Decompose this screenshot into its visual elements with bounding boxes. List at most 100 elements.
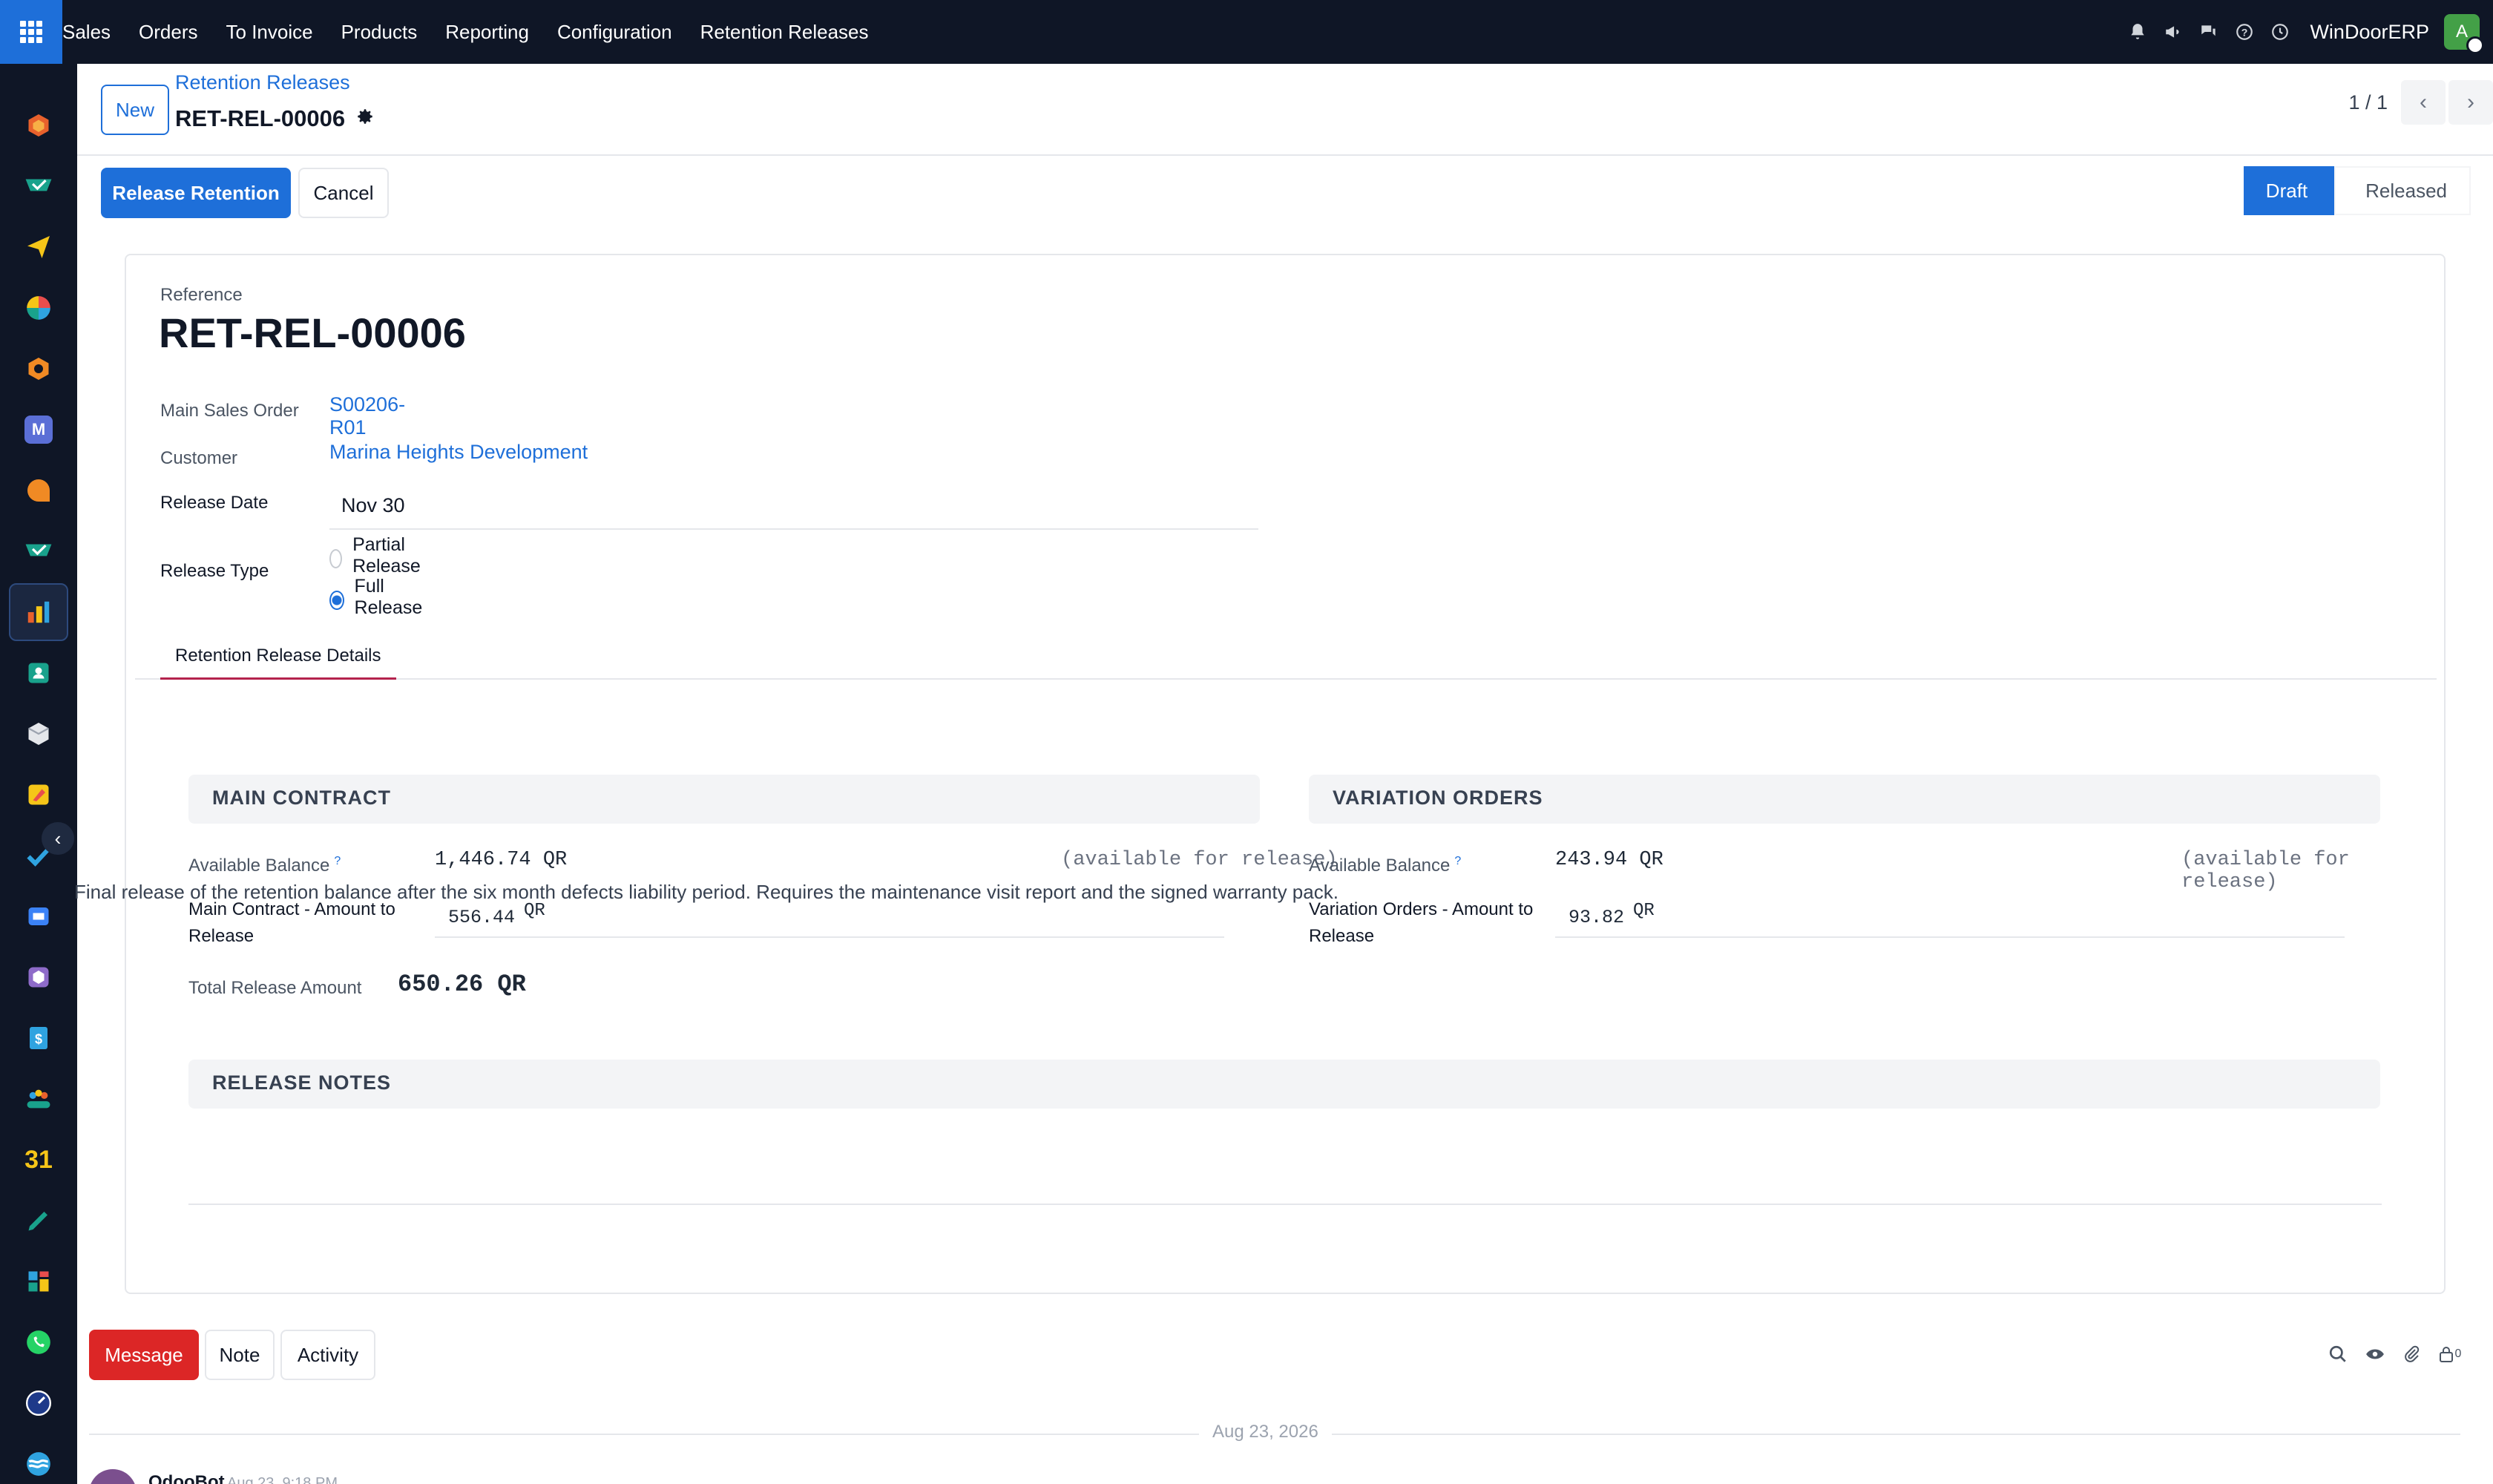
sidebar-app-2[interactable] — [9, 157, 68, 215]
check-tray-icon — [25, 179, 52, 191]
status-released[interactable]: Released — [2334, 166, 2471, 215]
sidebar-app-5[interactable] — [9, 340, 68, 398]
company-name[interactable]: WinDoorERP — [2310, 21, 2429, 44]
variation-orders-header: VARIATION ORDERS — [1309, 775, 2380, 824]
variation-available-balance-label: Available Balance? — [1309, 855, 1461, 876]
main-available-balance-text: Available Balance — [188, 856, 330, 876]
clock-icon[interactable] — [2262, 14, 2298, 50]
sidebar-app-sales[interactable] — [9, 583, 68, 641]
cancel-button[interactable]: Cancel — [298, 168, 389, 218]
app-menu-icon[interactable] — [0, 0, 62, 64]
message-author[interactable]: OdooBot — [148, 1472, 225, 1484]
release-notes-underline — [188, 1204, 2382, 1205]
follower-lock-icon[interactable]: 0 — [2432, 1337, 2466, 1371]
variation-available-balance-text: Available Balance — [1309, 856, 1451, 876]
full-release-option[interactable]: Full Release — [329, 576, 427, 619]
sidebar-collapse-chevron-icon[interactable]: ‹ — [42, 822, 74, 855]
reference-value: RET-REL-00006 — [159, 309, 466, 356]
message-time: Aug 23, 9:18 PM — [227, 1475, 338, 1484]
release-notes-text[interactable]: Final release of the retention balance a… — [74, 881, 2374, 904]
full-release-radio[interactable] — [329, 591, 344, 610]
paper-plane-icon — [27, 236, 50, 258]
help-icon[interactable]: ? — [334, 855, 341, 867]
status-bar: Draft Released — [2243, 166, 2471, 215]
pager-next-chevron-icon[interactable]: › — [2448, 80, 2493, 125]
main-available-balance-value: 1,446.74 QR — [435, 849, 568, 871]
status-draft[interactable]: Draft — [2243, 166, 2351, 215]
pager-previous-chevron-icon[interactable]: ‹ — [2401, 80, 2446, 125]
main-sales-order-label: Main Sales Order — [160, 401, 299, 421]
box-icon — [27, 723, 50, 745]
record-title: RET-REL-00006 — [175, 105, 375, 132]
gauge-icon — [25, 1390, 52, 1416]
sidebar-app-calendar[interactable]: 31 — [9, 1131, 68, 1189]
dashboard-icon — [28, 1271, 49, 1292]
sidebar-app-16[interactable]: $ — [9, 1009, 68, 1067]
search-icon[interactable] — [2321, 1337, 2355, 1371]
sidebar-app-17[interactable] — [9, 1070, 68, 1128]
sidebar-app-11[interactable] — [9, 705, 68, 763]
svg-text:$: $ — [35, 1032, 42, 1047]
main-amount-value: 556.44 — [448, 907, 516, 928]
sidebar-app-20[interactable] — [9, 1252, 68, 1310]
activity-button[interactable]: Activity — [280, 1330, 375, 1380]
sidebar-app-23[interactable] — [9, 1435, 68, 1484]
sidebar-app-8[interactable] — [9, 522, 68, 580]
dollar-doc-icon: $ — [30, 1027, 47, 1049]
release-type-label: Release Type — [160, 561, 269, 581]
calendar-31-icon: 31 — [24, 1145, 53, 1174]
send-message-button[interactable]: Message — [89, 1330, 199, 1380]
sidebar-app-21[interactable] — [9, 1313, 68, 1371]
new-button[interactable]: New — [101, 85, 169, 135]
menu-configuration[interactable]: Configuration — [557, 21, 672, 44]
bell-icon[interactable] — [2120, 14, 2155, 50]
menu-to-invoice[interactable]: To Invoice — [226, 21, 313, 44]
main-sales-order-link[interactable]: S00206-R01 — [329, 393, 405, 439]
team-icon — [27, 1089, 50, 1109]
pager-value[interactable]: 1 / 1 — [2348, 91, 2388, 114]
svg-text:?: ? — [2241, 26, 2248, 38]
menu-sales[interactable]: Sales — [62, 21, 111, 44]
user-avatar[interactable]: A — [2444, 14, 2484, 54]
sidebar-app-4[interactable] — [9, 279, 68, 337]
partial-release-radio[interactable] — [329, 549, 343, 568]
chat-icon[interactable] — [2191, 14, 2227, 50]
sidebar-app-15[interactable] — [9, 948, 68, 1006]
systray: ? WinDoorERP A — [2120, 0, 2484, 64]
main-available-balance-label: Available Balance? — [188, 855, 341, 876]
customer-link[interactable]: Marina Heights Development — [329, 441, 588, 464]
menu-reporting[interactable]: Reporting — [445, 21, 529, 44]
release-date-label: Release Date — [160, 493, 269, 513]
log-note-button[interactable]: Note — [205, 1330, 275, 1380]
sidebar-app-22[interactable] — [9, 1374, 68, 1432]
sidebar-app-10[interactable] — [9, 644, 68, 702]
main-amount-label: Main Contract - Amount to Release — [188, 899, 395, 946]
release-date-input[interactable]: Nov 30 — [329, 490, 1258, 530]
eye-icon[interactable] — [2358, 1337, 2392, 1371]
megaphone-icon[interactable] — [2155, 14, 2191, 50]
main-contract-header: MAIN CONTRACT — [188, 775, 1260, 824]
gear-icon[interactable] — [355, 107, 375, 131]
release-retention-button[interactable]: Release Retention — [101, 168, 291, 218]
menu-products[interactable]: Products — [341, 21, 418, 44]
menu-orders[interactable]: Orders — [139, 21, 197, 44]
variation-amount-label: Variation Orders - Amount to Release — [1309, 899, 1534, 946]
tab-retention-release-details[interactable]: Retention Release Details — [160, 634, 396, 680]
menu-retention-releases[interactable]: Retention Releases — [700, 21, 869, 44]
help-icon[interactable]: ? — [2227, 14, 2262, 50]
chatter-toolbar: Message Note Activity — [89, 1330, 381, 1380]
sidebar-app-6[interactable]: M — [9, 401, 68, 459]
sidebar-app-12[interactable] — [9, 766, 68, 824]
help-icon[interactable]: ? — [1454, 855, 1461, 867]
sidebar-app-3[interactable] — [9, 218, 68, 276]
sidebar-app-7[interactable] — [9, 462, 68, 519]
partial-release-option[interactable]: Partial Release — [329, 534, 427, 577]
main-available-note: (available for release) — [1061, 849, 1338, 871]
paperclip-icon[interactable] — [2395, 1337, 2429, 1371]
breadcrumb-retention-releases[interactable]: Retention Releases — [175, 71, 350, 94]
sidebar-app-19[interactable] — [9, 1192, 68, 1250]
sidebar-app-1[interactable] — [9, 96, 68, 154]
customer-label: Customer — [160, 448, 238, 468]
variation-available-balance-value: 243.94 QR — [1555, 849, 1663, 871]
sidebar-app-14[interactable] — [9, 887, 68, 945]
